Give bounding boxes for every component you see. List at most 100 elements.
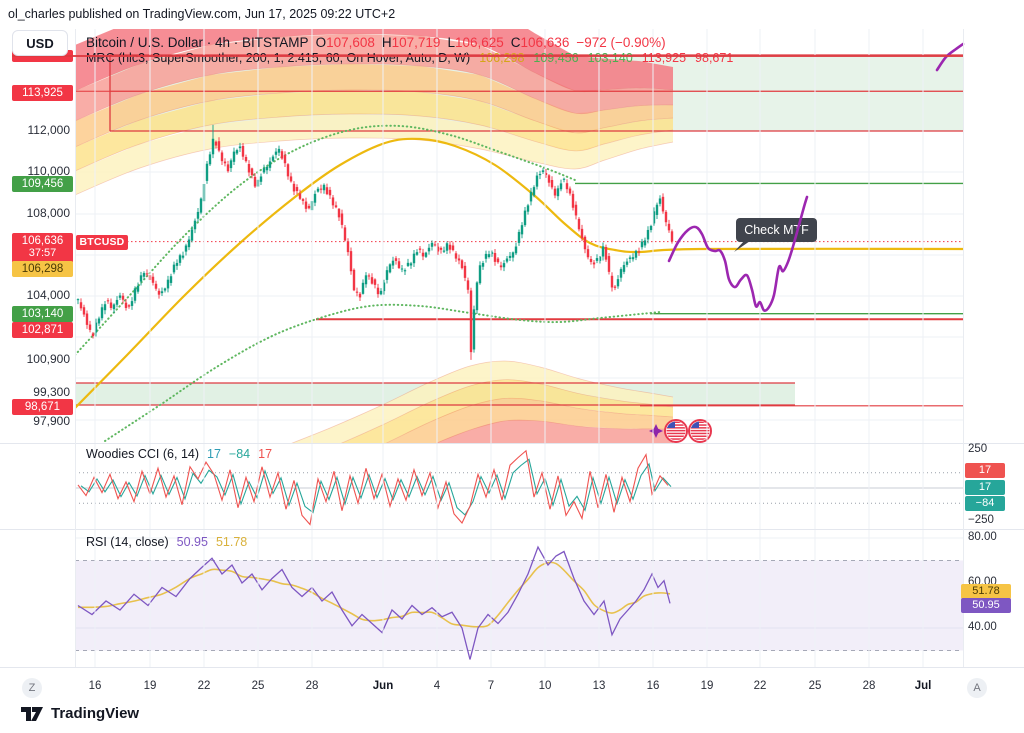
candle-body [434, 244, 436, 245]
candle-body [269, 161, 271, 167]
candle-body [446, 243, 448, 250]
mrc-value: 103,140 [588, 51, 633, 65]
candle-body [221, 152, 223, 161]
mrc-values: 106,298109,456103,140113,92598,671 [470, 51, 733, 65]
candle-body [254, 177, 256, 187]
candle-body [107, 300, 109, 301]
candle-body [485, 254, 487, 259]
candle-body [650, 226, 652, 230]
time-tick[interactable]: 13 [593, 680, 606, 692]
candle-body [473, 309, 475, 349]
us-flag-event-icon[interactable] [665, 420, 687, 442]
time-tick[interactable]: 19 [144, 680, 157, 692]
rsi-title[interactable]: RSI (14, close) [86, 535, 169, 549]
candle-body [611, 276, 613, 288]
candle-body [470, 291, 472, 353]
cci-title[interactable]: Woodies CCI (6, 14) [86, 447, 199, 461]
chart-canvas[interactable]: Check MTF [0, 0, 1024, 733]
time-tick[interactable]: 10 [539, 680, 552, 692]
candle-body [335, 205, 337, 207]
change-value: −972 (−0.90%) [576, 35, 665, 50]
time-tick[interactable]: 16 [89, 680, 102, 692]
candle-body [305, 202, 307, 209]
price-axis-label: 108,000 [0, 206, 70, 220]
price-label-chip: 106,298 [12, 261, 73, 277]
price-axis-label: 97,900 [0, 414, 70, 428]
candle-body [572, 194, 574, 208]
candle-body [359, 294, 361, 298]
candle-body [218, 141, 220, 150]
candle-body [659, 198, 661, 203]
candle-body [476, 282, 478, 310]
rsi-pane[interactable] [75, 538, 963, 660]
time-tick[interactable]: 19 [701, 680, 714, 692]
candle-body [194, 221, 196, 230]
candle-body [542, 170, 544, 172]
candle-body [179, 255, 181, 263]
candle-body [341, 213, 343, 224]
candle-body [398, 261, 400, 268]
currency-toggle-button[interactable]: USD [12, 30, 68, 56]
time-tick[interactable]: 4 [434, 680, 440, 692]
cci-value-chip: 17 [965, 480, 1005, 495]
candle-body [563, 179, 565, 180]
time-tick[interactable]: 22 [754, 680, 767, 692]
time-tick[interactable]: 28 [863, 680, 876, 692]
candle-body [104, 304, 106, 310]
candle-body [182, 256, 184, 258]
candle-body [527, 205, 529, 211]
candle-body [488, 254, 490, 257]
time-tick[interactable]: 25 [809, 680, 822, 692]
time-tick[interactable]: 25 [252, 680, 265, 692]
candle-body [242, 146, 244, 157]
cci-pane[interactable] [75, 451, 963, 525]
candle-body [362, 283, 364, 294]
cci-value-chip: −84 [965, 496, 1005, 511]
candle-body [350, 251, 352, 271]
mrc-title[interactable]: MRC (hlc3, SuperSmoother, 200, 1, 2.415,… [86, 51, 470, 65]
candle-body [80, 302, 82, 308]
candle-body [428, 248, 430, 252]
candle-body [494, 253, 496, 262]
us-flag-event-icon[interactable] [689, 420, 711, 442]
candle-body [422, 253, 424, 257]
time-tick[interactable]: 16 [647, 680, 660, 692]
price-axis-label: 104,000 [0, 288, 70, 302]
symbol-title[interactable]: Bitcoin / U.S. Dollar · 4h · BITSTAMP [86, 35, 309, 50]
mrc-value: 113,925 [642, 51, 686, 65]
candle-body [605, 247, 607, 260]
time-tick[interactable]: Jul [915, 680, 932, 692]
tradingview-logo[interactable]: TradingView [20, 705, 139, 722]
candle-body [347, 241, 349, 252]
candle-body [119, 295, 121, 297]
candle-body [566, 183, 568, 189]
candle-body [608, 256, 610, 272]
candle-body [212, 139, 214, 154]
candle-body [662, 197, 664, 212]
candle-body [332, 197, 334, 205]
candle-body [587, 249, 589, 257]
time-tick[interactable]: Jun [373, 680, 393, 692]
candle-body [140, 275, 142, 281]
time-tick[interactable]: 7 [488, 680, 494, 692]
ohlc-item: C106,636 [504, 35, 570, 50]
candle-body [389, 264, 391, 272]
tradingview-published-chart: Check MTF ol_charles published on Tradin… [0, 0, 1024, 733]
time-tick[interactable]: 28 [306, 680, 319, 692]
candle-body [323, 185, 325, 190]
candle-body [413, 254, 415, 264]
candle-body [506, 259, 508, 262]
rsi-value-chip: 51.78 [961, 584, 1011, 599]
candle-body [638, 251, 640, 252]
cci-value-chip: 17 [965, 463, 1005, 478]
candle-body [590, 259, 592, 262]
tooltip-tail [734, 241, 750, 252]
candle-body [164, 288, 166, 290]
candle-body [449, 245, 451, 250]
candle-body [296, 187, 298, 191]
time-tick[interactable]: 22 [198, 680, 211, 692]
candle-body [635, 251, 637, 258]
price-label-chip: 106,63637:57 [12, 233, 73, 263]
candle-body [617, 279, 619, 286]
candle-body [338, 209, 340, 218]
